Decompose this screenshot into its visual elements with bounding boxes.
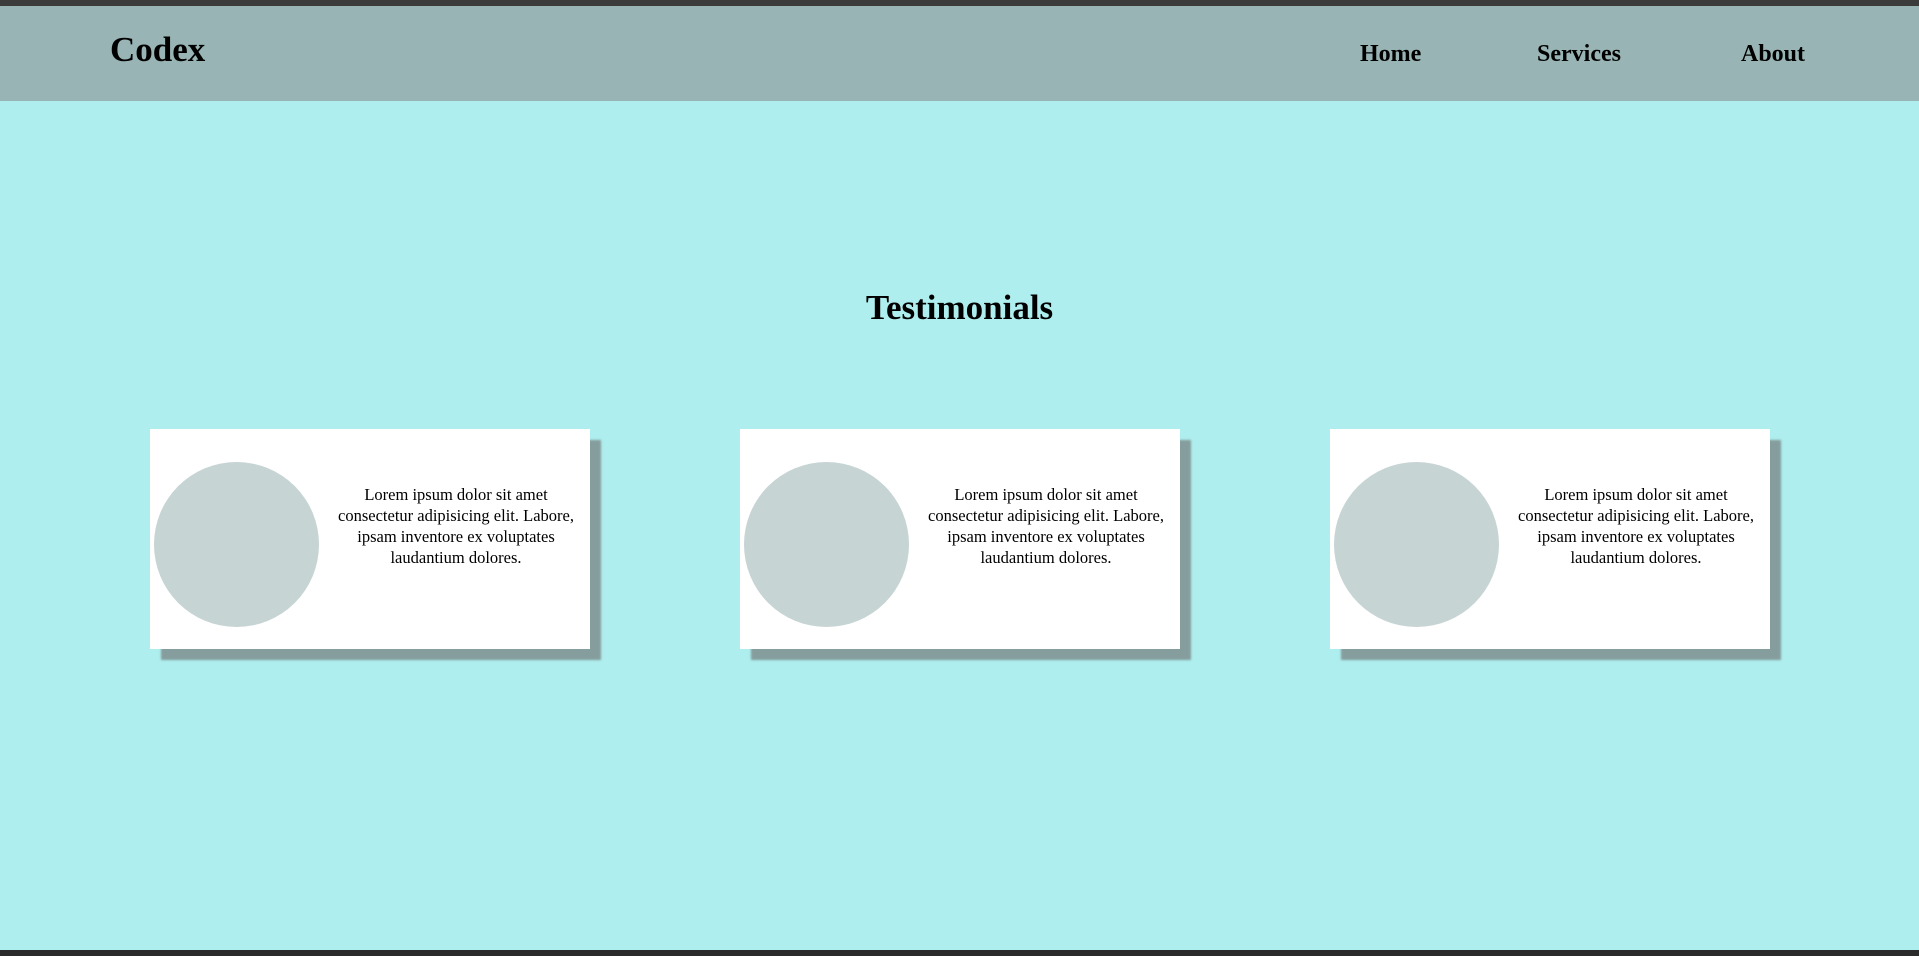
testimonial-text: Lorem ipsum dolor sit amet consectetur a…: [338, 485, 574, 567]
nav-link-about[interactable]: About: [1741, 42, 1805, 66]
avatar-placeholder: [154, 462, 319, 627]
window-bottom-edge: [0, 950, 1919, 956]
testimonial-card: Lorem ipsum dolor sit amet consectetur a…: [150, 429, 590, 649]
nav-link-services[interactable]: Services: [1537, 42, 1621, 66]
avatar-placeholder: [1334, 462, 1499, 627]
testimonial-text: Lorem ipsum dolor sit amet consectetur a…: [1518, 485, 1754, 567]
avatar-placeholder: [744, 462, 909, 627]
testimonial-card: Lorem ipsum dolor sit amet consectetur a…: [1330, 429, 1770, 649]
testimonial-card: Lorem ipsum dolor sit amet consectetur a…: [740, 429, 1180, 649]
section-title: Testimonials: [865, 288, 1054, 327]
brand-logo[interactable]: Codex: [110, 32, 205, 67]
navbar: Codex Home Services About: [0, 6, 1919, 101]
testimonial-text: Lorem ipsum dolor sit amet consectetur a…: [928, 485, 1164, 567]
nav-link-home[interactable]: Home: [1360, 42, 1421, 66]
